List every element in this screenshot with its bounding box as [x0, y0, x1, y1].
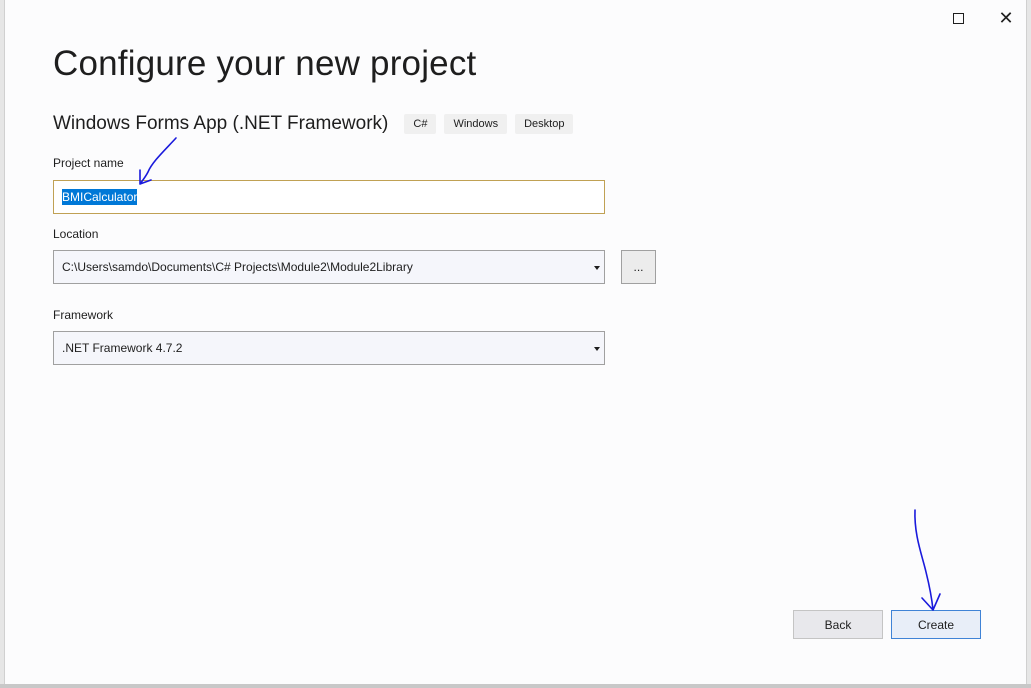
framework-combobox[interactable]: .NET Framework 4.7.2	[53, 331, 605, 365]
project-name-input[interactable]: BMICalculator	[53, 180, 605, 214]
taskbar-edge	[0, 684, 1031, 688]
framework-value: .NET Framework 4.7.2	[62, 341, 183, 355]
template-name: Windows Forms App (.NET Framework)	[53, 113, 389, 134]
maximize-icon	[952, 12, 964, 24]
browse-button[interactable]: ...	[621, 250, 656, 284]
create-button[interactable]: Create	[891, 610, 981, 639]
framework-label: Framework	[53, 308, 114, 322]
close-button[interactable]: ✕	[983, 4, 1029, 32]
template-summary: Windows Forms App (.NET Framework) C# Wi…	[53, 110, 581, 138]
back-button[interactable]: Back	[793, 610, 883, 639]
location-combobox[interactable]: C:\Users\samdo\Documents\C# Projects\Mod…	[53, 250, 605, 284]
tag-project-type: Desktop	[515, 114, 574, 134]
project-name-label: Project name	[53, 156, 124, 170]
project-name-value: BMICalculator	[62, 189, 138, 205]
chevron-down-icon[interactable]	[594, 347, 600, 351]
background-right-edge	[1027, 0, 1031, 688]
close-icon: ✕	[998, 7, 1014, 29]
location-label: Location	[53, 227, 99, 241]
tag-platform: Windows	[444, 114, 508, 134]
maximize-button[interactable]	[935, 4, 981, 32]
tag-language: C#	[404, 114, 437, 134]
page-title: Configure your new project	[53, 44, 477, 83]
location-value: C:\Users\samdo\Documents\C# Projects\Mod…	[62, 260, 413, 274]
chevron-down-icon[interactable]	[594, 266, 600, 270]
configure-project-dialog: ✕ Configure your new project Windows For…	[4, 0, 1027, 684]
